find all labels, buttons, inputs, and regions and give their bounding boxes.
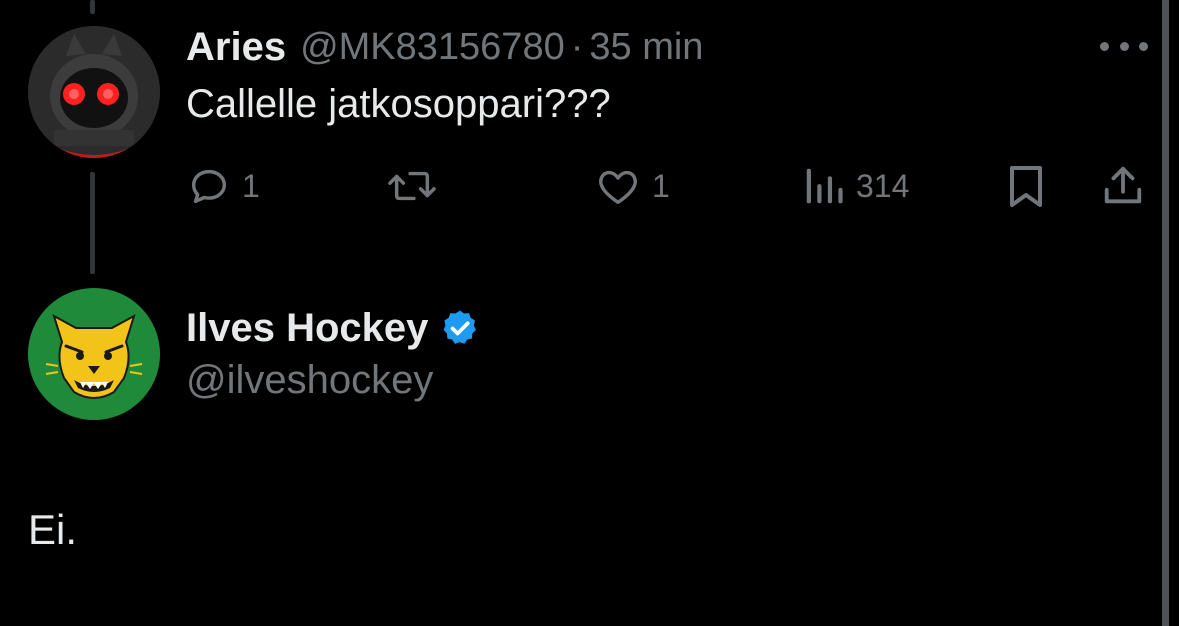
main-tweet-header: Ilves Hockey bbox=[186, 302, 480, 354]
like-count: 1 bbox=[652, 167, 670, 204]
view-count: 314 bbox=[856, 167, 910, 204]
aries-avatar-image bbox=[28, 26, 160, 158]
display-name[interactable]: Ilves Hockey bbox=[186, 306, 428, 351]
timestamp[interactable]: 35 min bbox=[589, 26, 703, 69]
thread-line-connector bbox=[90, 172, 95, 274]
like-button[interactable]: 1 bbox=[594, 160, 670, 212]
more-icon bbox=[1100, 41, 1109, 51]
tweet-text: Ei. bbox=[28, 506, 78, 553]
share-icon bbox=[1104, 166, 1142, 204]
ilves-logo-image bbox=[28, 288, 160, 420]
views-button[interactable]: 314 bbox=[802, 160, 909, 212]
retweet-icon bbox=[388, 171, 436, 201]
separator-dot: · bbox=[570, 25, 584, 68]
display-name[interactable]: Aries bbox=[186, 25, 286, 70]
scrollbar[interactable] bbox=[1162, 0, 1169, 626]
more-button[interactable] bbox=[1100, 34, 1148, 58]
verified-icon[interactable] bbox=[440, 308, 480, 348]
reply-count: 1 bbox=[242, 167, 260, 204]
reply-button[interactable]: 1 bbox=[186, 160, 260, 212]
avatar-aries[interactable] bbox=[28, 26, 160, 158]
user-handle[interactable]: @ilveshockey bbox=[186, 358, 433, 403]
avatar-ilves-hockey[interactable] bbox=[28, 288, 160, 420]
tweet-text: Callelle jatkosoppari??? bbox=[186, 82, 611, 126]
views-icon bbox=[806, 168, 843, 204]
reply-icon bbox=[191, 169, 227, 204]
parent-tweet-header: Aries @MK83156780 · 35 min bbox=[186, 22, 703, 72]
bookmark-icon bbox=[1010, 166, 1042, 207]
like-icon bbox=[599, 170, 637, 205]
bookmark-button[interactable] bbox=[1004, 160, 1048, 212]
user-handle[interactable]: @MK83156780 bbox=[300, 26, 565, 69]
share-button[interactable] bbox=[1100, 160, 1146, 212]
thread-line-top bbox=[90, 0, 95, 14]
retweet-button[interactable] bbox=[384, 160, 450, 212]
